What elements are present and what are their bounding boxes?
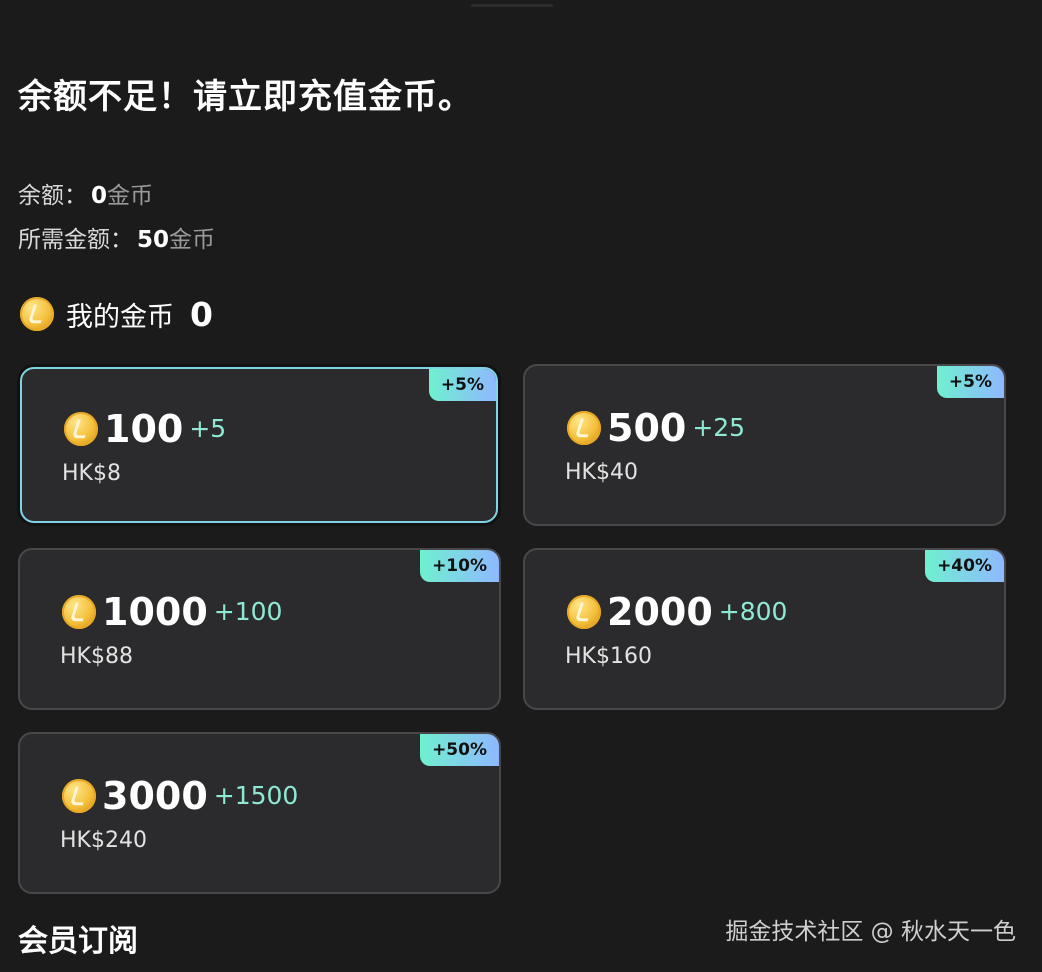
package-price: HK$88 [60,644,133,669]
coin-icon [20,297,54,331]
bonus-percent-badge: +40% [925,550,1004,582]
package-amount: 1000 [102,590,208,634]
package-amount: 3000 [102,774,208,818]
coin-icon [567,595,601,629]
package-amount-row: 3000 +1500 [62,774,298,818]
my-coins-row: 我的金币 0 [20,292,213,336]
bonus-percent-badge: +10% [420,550,499,582]
package-amount: 500 [607,406,687,450]
package-amount-row: 100 +5 [64,407,226,451]
balance-unit: 金币 [107,183,154,209]
package-bonus: +1500 [213,781,299,810]
coin-icon [567,411,601,445]
my-coins-label: 我的金币 [66,301,174,333]
required-amount-unit: 金币 [169,227,216,253]
page-title: 余额不足！请立即充值金币。 [18,77,473,117]
package-amount-row: 500 +25 [567,406,745,450]
watermark: 掘金技术社区 @ 秋水天一色 [725,919,1016,945]
package-amount-row: 2000 +800 [567,590,787,634]
coin-icon [64,412,98,446]
recharge-sheet: 余额不足！请立即充值金币。 余额： 0金币 所需金额： 50金币 我的金币 0 +5… [0,0,1042,972]
package-bonus: +100 [213,597,283,626]
package-bonus: +25 [692,413,746,442]
package-bonus: +800 [718,597,788,626]
balance-row: 余额： 0金币 [18,180,153,212]
my-coins-value: 0 [190,294,213,334]
package-price: HK$40 [565,460,638,485]
required-amount-row: 所需金额： 50金币 [18,224,215,256]
membership-section-title: 会员订阅 [18,924,138,959]
coin-package-100[interactable]: +5% 100 +5 HK$8 [20,367,498,523]
required-amount-value: 50 [137,227,170,253]
package-price: HK$8 [62,461,121,486]
coin-package-2000[interactable]: +40% 2000 +800 HK$160 [523,548,1006,710]
balance-value: 0 [91,183,108,209]
coin-icon [62,779,96,813]
package-amount-row: 1000 +100 [62,590,282,634]
bonus-percent-badge: +5% [936,366,1004,398]
balance-label: 余额： [18,183,87,209]
package-price: HK$160 [565,644,652,669]
coin-package-3000[interactable]: +50% 3000 +1500 HK$240 [18,732,501,894]
required-amount-label: 所需金额： [18,227,133,253]
package-price: HK$240 [60,828,147,853]
package-amount: 2000 [607,590,713,634]
coin-package-500[interactable]: +5% 500 +25 HK$40 [523,364,1006,526]
coin-package-1000[interactable]: +10% 1000 +100 HK$88 [18,548,501,710]
drag-handle[interactable] [471,4,553,7]
coin-icon [62,595,96,629]
bonus-percent-badge: +50% [420,734,499,766]
package-amount: 100 [104,407,184,451]
bonus-percent-badge: +5% [428,369,496,401]
package-bonus: +5 [189,414,227,443]
